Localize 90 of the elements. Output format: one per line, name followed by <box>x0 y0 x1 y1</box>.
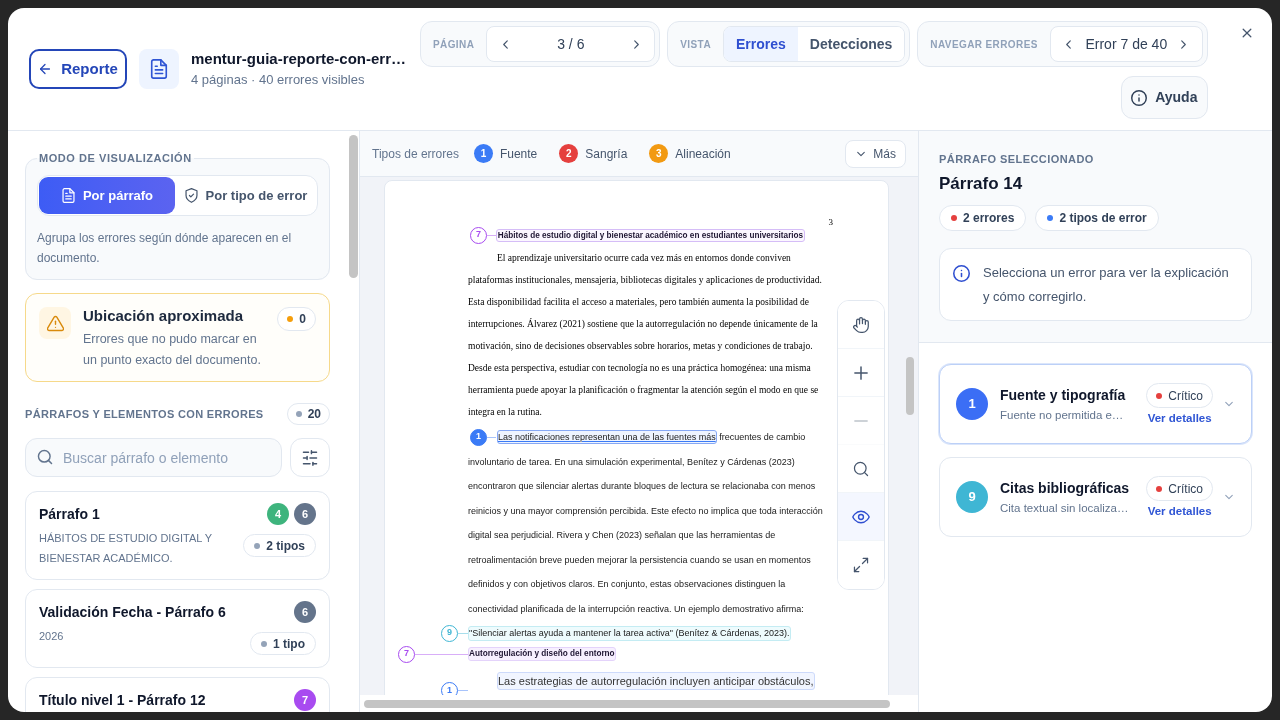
page-number: 3 <box>828 216 833 228</box>
mode-description: Agrupa los errores según dónde aparecen en el documento. <box>37 230 293 267</box>
scrollbar-thumb[interactable] <box>349 135 358 278</box>
stat-text: 2 errores <box>963 210 1015 227</box>
error-number-badge: 1 <box>956 388 988 420</box>
search-field[interactable]: Buscar párrafo o elemento <box>25 438 282 477</box>
section-label: PÁRRAFOS Y ELEMENTOS CON ERRORES <box>25 406 264 422</box>
card-description: Errores que no pudo marcar en un punto exacto del documento. <box>83 331 262 369</box>
severity-text: Crítico <box>1168 387 1203 405</box>
item-title: Título nivel 1 - Párrafo 12 <box>39 691 206 710</box>
error-card[interactable]: 9 Citas bibliográficas Cita textual sin localiza… Crítico Ver detalles <box>939 457 1252 537</box>
back-button[interactable]: Reporte <box>29 49 127 89</box>
help-button[interactable]: Ayuda <box>1120 76 1208 119</box>
highlighted-paragraph: Las estrategias de autorregulación incluyen anticipar obstáculos, <box>497 672 815 690</box>
type-number-badge: 1 <box>473 144 493 163</box>
close-button[interactable] <box>1240 26 1254 40</box>
document-icon <box>60 188 76 203</box>
details-link[interactable]: Ver detalles <box>1147 504 1212 518</box>
shield-check-icon <box>183 188 199 203</box>
mode-option[interactable]: Por tipo de error <box>175 177 316 214</box>
pan-tool-button[interactable] <box>838 301 884 349</box>
paragraph-list-item[interactable]: Párrafo 1 HÁBITOS DE ESTUDIO DIGITAL Y BIENESTAR ACADÉMICO. 4 6 2 tipos <box>25 491 330 580</box>
count-text: 20 <box>307 406 321 423</box>
count-badge: 6 <box>294 601 316 623</box>
stat-text: 2 tipos de error <box>1059 210 1147 227</box>
hint-text: Selecciona un error para ver la explicación y cómo corregirlo. <box>983 264 1230 306</box>
paragraph-list-item[interactable]: Título nivel 1 - Párrafo 12 7 <box>25 677 330 712</box>
arrow-left-icon <box>38 62 53 76</box>
type-number-badge: 3 <box>649 144 669 163</box>
count-badge: 6 <box>294 503 316 525</box>
scrollbar-thumb[interactable] <box>364 700 890 708</box>
error-marker[interactable]: 7 <box>398 645 415 663</box>
severity-text: Crítico <box>1168 480 1203 498</box>
info-icon <box>953 265 970 282</box>
close-icon <box>1240 26 1254 40</box>
visibility-button[interactable] <box>838 493 884 541</box>
type-number-badge: 2 <box>559 144 579 163</box>
file-meta: 4 páginas · 40 errores visibles <box>191 71 366 89</box>
paragraph-title: Párrafo 14 <box>939 173 1024 195</box>
item-title: Párrafo 1 <box>39 505 101 524</box>
count-badge: 7 <box>294 689 316 711</box>
document-paragraph: El aprendizaje universitario ocurre cada vez más en entornos donde conviven plataformas institucionales, mensajeria, bibliotecas digitales y aplicaciones de productividad. Esta disponibilidad facilita el acceso a materiales, pero también aumenta la posibilidad de interrupciones. Álvarez (2021) sostiene que la autorregulación no depende únicamente de la motivación, sino de decisiones observables sobre horarios, metas y condiciones de trabajo. Desde esta perspectiva, estudiar con tecnología no es una práctica homogénea: una misma herramienta puede apoyar la planificación o fragmentar la atención según el modo en que se integra en la rutina. <box>468 252 823 419</box>
page-indicator: 3 / 6 <box>557 34 585 54</box>
error-title: Fuente y tipografía <box>1000 386 1127 405</box>
item-subtitle: 2026 <box>39 629 65 644</box>
section-label: MODO DE VISUALIZACIÓN <box>38 151 193 166</box>
details-link[interactable]: Ver detalles <box>1147 411 1212 425</box>
legend-label: Tipos de errores <box>372 145 459 163</box>
search-icon <box>37 449 53 465</box>
card-title: Ubicación aproximada <box>83 307 245 325</box>
type-label: Sangría <box>585 145 628 163</box>
group-label: PÁGINA <box>433 37 475 52</box>
error-number-badge: 9 <box>956 481 988 513</box>
group-label: VISTA <box>680 37 711 52</box>
filter-button[interactable] <box>290 438 330 477</box>
leader-line <box>487 437 496 438</box>
view-tab[interactable]: Errores <box>724 27 798 61</box>
item-subtitle: HÁBITOS DE ESTUDIO DIGITAL Y BIENESTAR ACADÉMICO. <box>39 531 213 566</box>
error-marker[interactable]: 7 <box>470 226 487 244</box>
error-description: Cita textual sin localiza… <box>1000 501 1130 516</box>
highlighted-quote: "Silenciar alertas ayuda a mantener la tarea activa" (Benítez & Cárdenas, 2023). <box>468 625 791 641</box>
item-title: Validación Fecha - Párrafo 6 <box>39 603 226 622</box>
type-label: Alineación <box>675 145 731 163</box>
warning-icon <box>39 307 71 339</box>
leader-line <box>458 690 468 691</box>
sliders-icon <box>302 449 318 466</box>
document-icon <box>139 49 179 89</box>
error-indicator: Error 7 de 40 <box>1085 34 1168 54</box>
error-description: Fuente no permitida e… <box>1000 408 1125 423</box>
leader-line <box>487 235 496 236</box>
type-count-text: 2 tipos <box>266 537 305 555</box>
info-icon <box>1131 89 1148 106</box>
more-button[interactable]: Más <box>845 139 906 168</box>
highlighted-title: Hábitos de estudio digital y bienestar académico en estudiantes universitarios <box>495 228 806 242</box>
type-count-text: 1 tipo <box>273 635 305 653</box>
file-title: mentur-guia-reporte-con-err… <box>191 49 407 69</box>
leader-line <box>415 654 468 655</box>
section-label: PÁRRAFO SELECCIONADO <box>939 152 1095 167</box>
group-label: NAVEGAR ERRORES <box>930 37 1038 52</box>
error-card[interactable]: 1 Fuente y tipografía Fuente no permitida e… Crítico Ver detalles <box>939 364 1252 444</box>
mode-option[interactable]: Por párrafo <box>39 177 175 214</box>
count-badge: 4 <box>267 503 289 525</box>
highlighted-heading: Autorregulación y diseño del entorno <box>468 647 616 661</box>
scrollbar-thumb[interactable] <box>906 357 914 415</box>
error-title: Citas bibliográficas <box>1000 479 1131 498</box>
leader-line <box>458 633 468 634</box>
type-label: Fuente <box>499 145 538 163</box>
paragraph-list-item[interactable]: Validación Fecha - Párrafo 6 2026 6 1 tipo <box>25 589 330 668</box>
error-marker[interactable]: 1 <box>470 428 487 446</box>
count-text: 0 <box>299 311 306 328</box>
